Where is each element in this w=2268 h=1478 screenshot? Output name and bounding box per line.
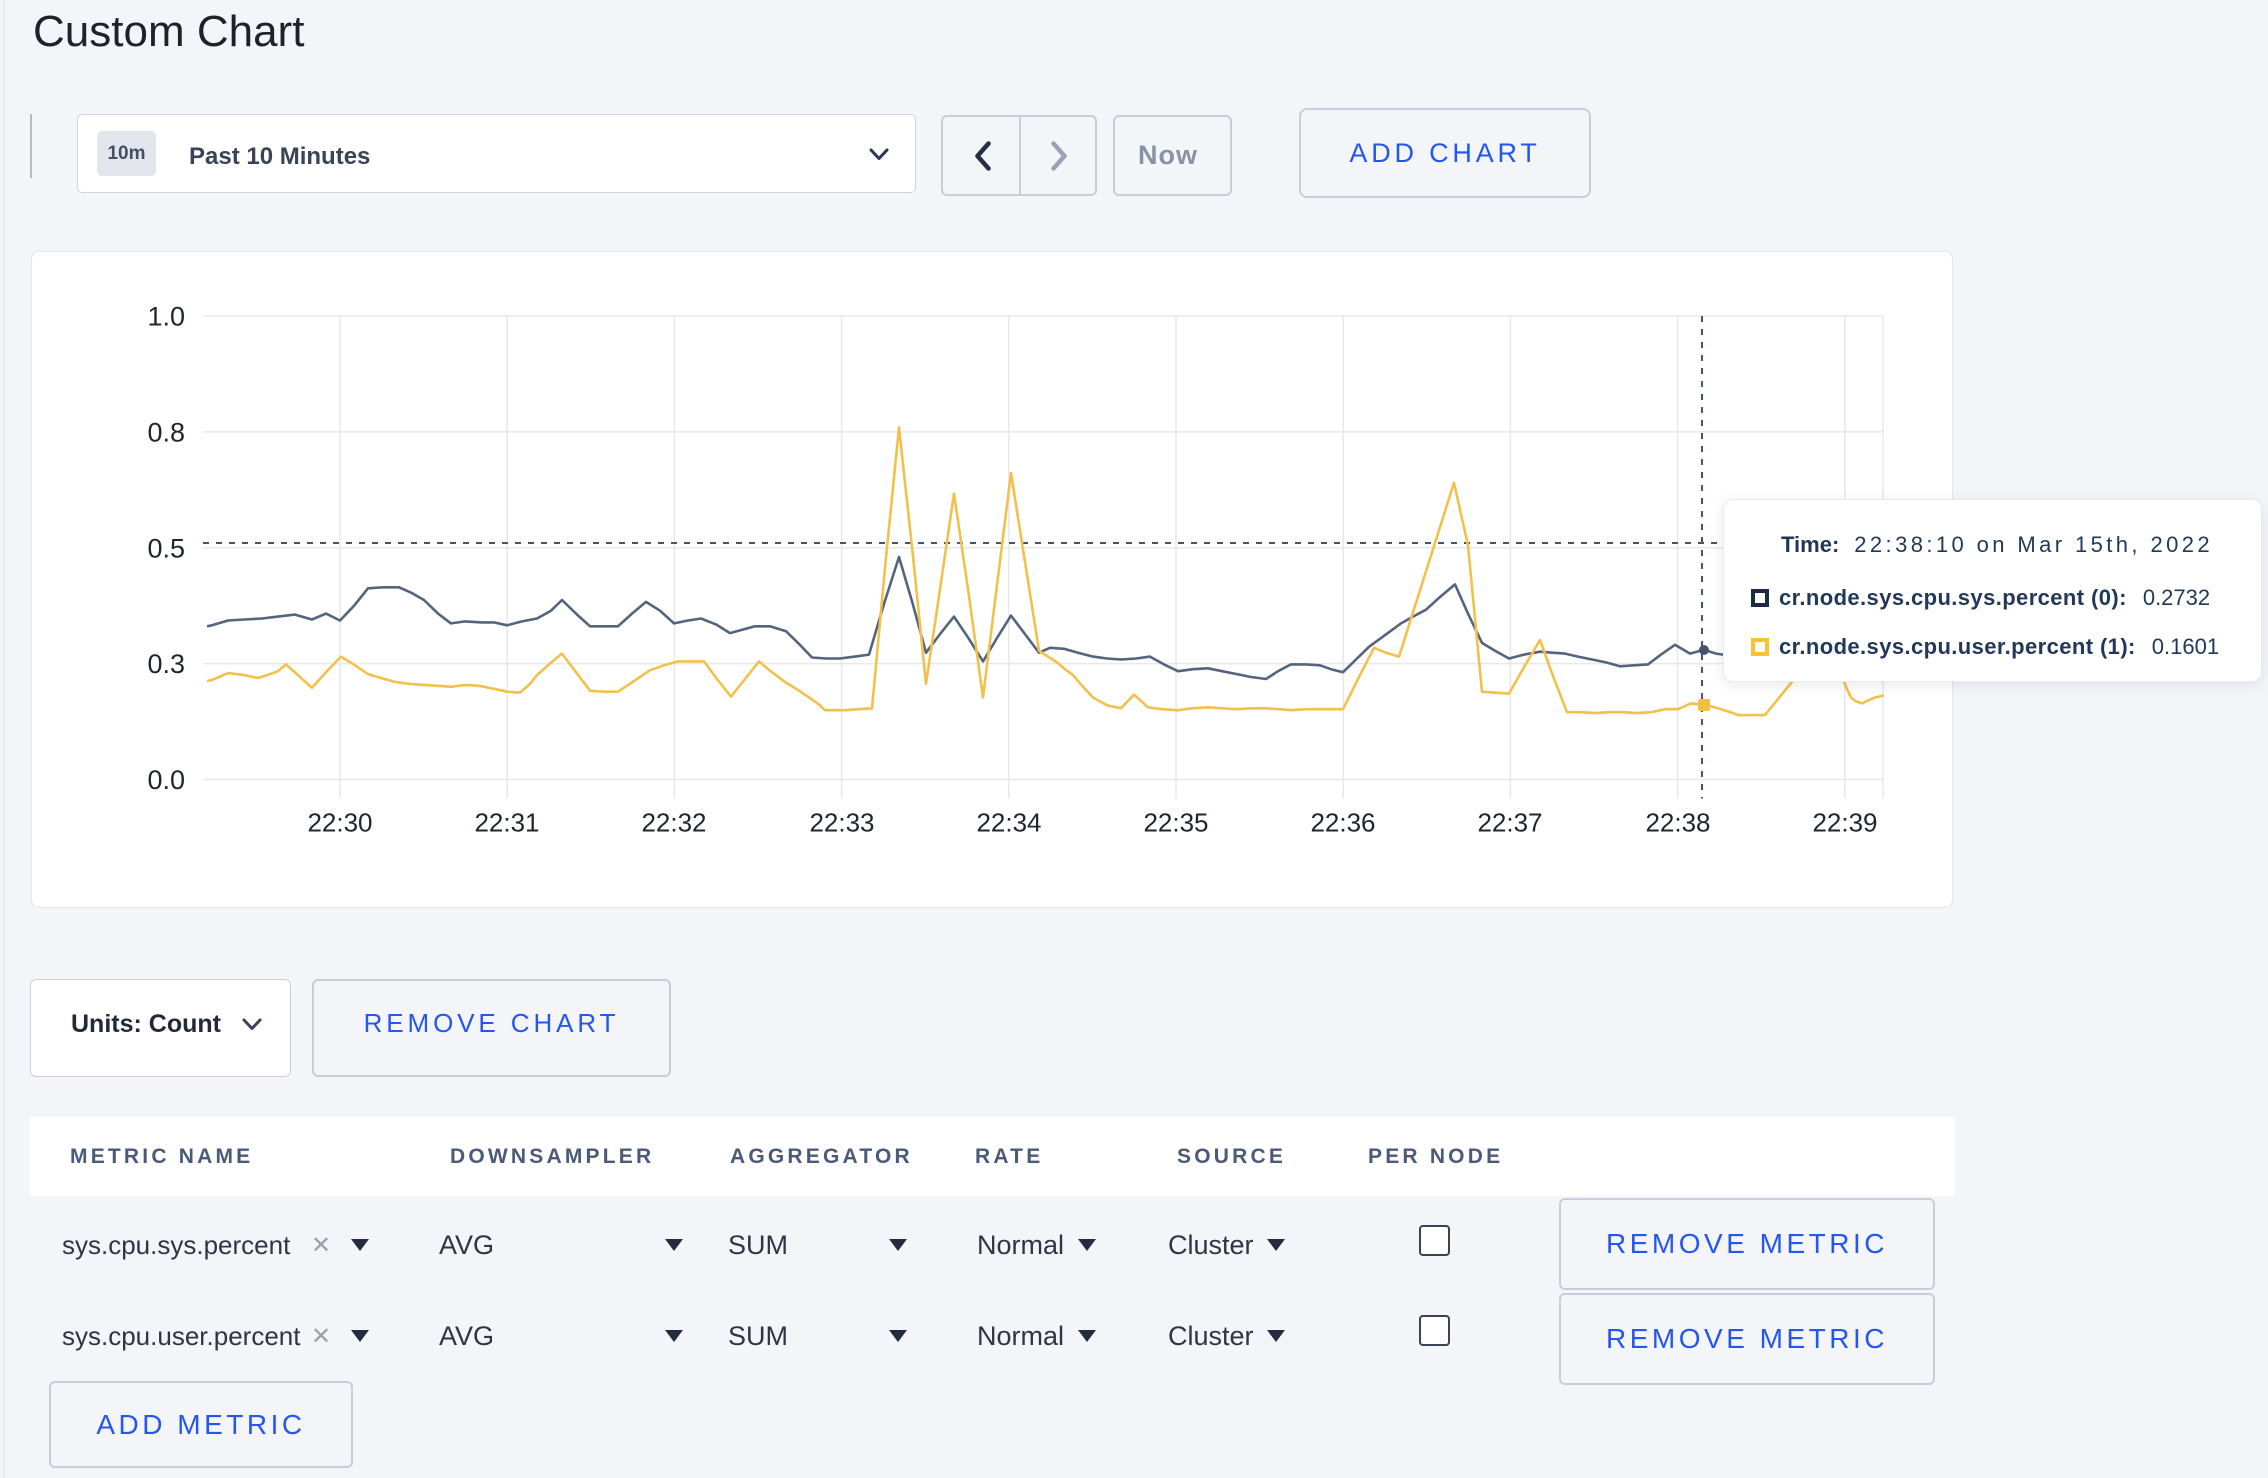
svg-text:22:30: 22:30 — [307, 808, 372, 838]
svg-text:22:38: 22:38 — [1645, 808, 1710, 838]
svg-text:0.3: 0.3 — [147, 649, 185, 679]
svg-text:0.5: 0.5 — [147, 533, 185, 563]
svg-text:22:36: 22:36 — [1310, 808, 1375, 838]
svg-text:0.8: 0.8 — [147, 417, 185, 447]
svg-text:1.0: 1.0 — [147, 302, 185, 332]
svg-text:22:33: 22:33 — [809, 808, 874, 838]
svg-text:0.0: 0.0 — [147, 765, 185, 795]
svg-text:22:37: 22:37 — [1477, 808, 1542, 838]
svg-text:22:39: 22:39 — [1812, 808, 1877, 838]
svg-text:22:35: 22:35 — [1143, 808, 1208, 838]
svg-text:22:32: 22:32 — [641, 808, 706, 838]
svg-text:22:34: 22:34 — [976, 808, 1041, 838]
svg-text:22:31: 22:31 — [474, 808, 539, 838]
